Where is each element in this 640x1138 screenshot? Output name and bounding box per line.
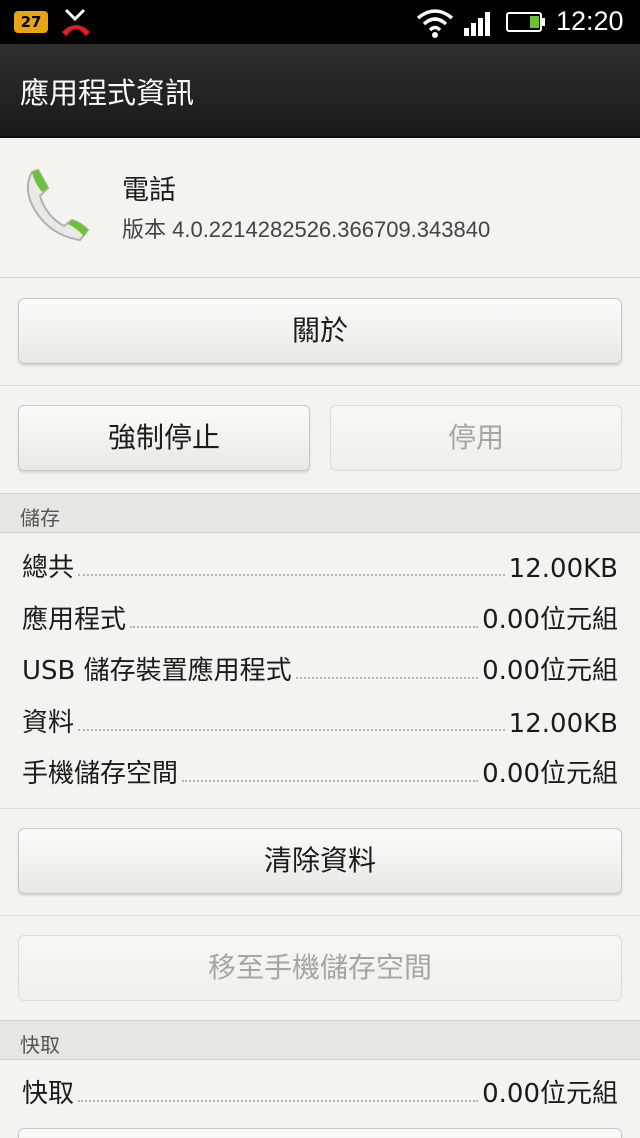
title-bar: 應用程式資訊 [0, 44, 640, 138]
row-value: 0.00位元組 [482, 1079, 618, 1109]
leader-dots [78, 729, 505, 731]
wifi-icon [416, 9, 454, 38]
row-label: 總共 [22, 553, 75, 583]
storage-row-data: 資料 12.00KB [22, 699, 618, 739]
force-stop-button[interactable]: 強制停止 [18, 405, 310, 471]
leader-dots [78, 1100, 479, 1102]
row-value: 0.00位元組 [482, 759, 618, 789]
cache-row: 快取 0.00位元組 [22, 1070, 618, 1110]
row-value: 12.00KB [508, 554, 618, 584]
storage-row-phone-storage: 手機儲存空間 0.00位元組 [22, 750, 618, 790]
about-button[interactable]: 關於 [18, 298, 622, 364]
row-value: 0.00位元組 [482, 605, 618, 635]
section-title: 儲存 [20, 506, 60, 530]
section-title: 快取 [20, 1033, 60, 1057]
leader-dots [295, 677, 479, 679]
leader-dots [130, 626, 479, 628]
disable-button[interactable]: 停用 [330, 405, 622, 471]
page-title: 應用程式資訊 [20, 76, 195, 110]
storage-row-usb-app: USB 儲存裝置應用程式 0.00位元組 [22, 647, 618, 687]
signal-icon [464, 12, 490, 36]
row-value: 0.00位元組 [482, 656, 618, 686]
leader-dots [182, 780, 479, 782]
divider [0, 385, 640, 386]
row-label: USB 儲存裝置應用程式 [22, 656, 292, 686]
clock: 12:20 [556, 6, 624, 36]
cache-section-header: 快取 [0, 1020, 640, 1060]
storage-section-header: 儲存 [0, 493, 640, 533]
row-value: 12.00KB [508, 709, 618, 739]
move-to-phone-storage-button[interactable]: 移至手機儲存空間 [18, 935, 622, 1001]
app-name: 電話 [122, 175, 176, 206]
status-bar: 27 12:20 [0, 0, 640, 44]
app-header: 電話 版本 4.0.2214282526.366709.343840 [0, 138, 640, 278]
row-label: 應用程式 [22, 605, 127, 635]
notification-badge-icon[interactable]: 27 [14, 11, 48, 33]
leader-dots [78, 574, 505, 576]
storage-row-app: 應用程式 0.00位元組 [22, 596, 618, 636]
divider [0, 808, 640, 809]
row-label: 資料 [22, 708, 75, 738]
battery-icon [506, 12, 545, 32]
divider [0, 915, 640, 916]
missed-call-icon[interactable] [58, 6, 94, 38]
clear-cache-button[interactable] [18, 1128, 622, 1138]
phone-icon [26, 168, 90, 242]
row-label: 手機儲存空間 [22, 759, 179, 789]
app-version: 版本 4.0.2214282526.366709.343840 [122, 217, 491, 242]
clear-data-button[interactable]: 清除資料 [18, 828, 622, 894]
row-label: 快取 [22, 1079, 75, 1109]
storage-row-total: 總共 12.00KB [22, 544, 618, 584]
